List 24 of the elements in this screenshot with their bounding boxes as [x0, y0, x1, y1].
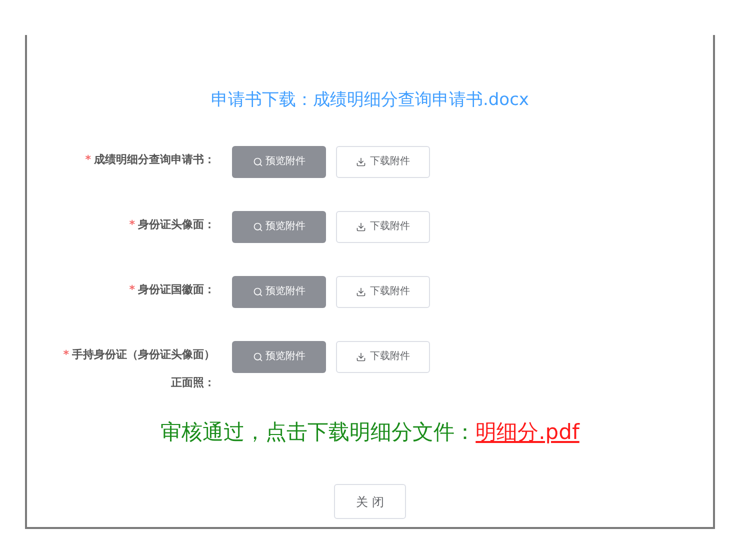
- preview-button[interactable]: 预览附件: [232, 340, 326, 372]
- download-icon: [356, 222, 366, 232]
- search-icon: [252, 286, 262, 296]
- file-link[interactable]: 明细分.pdf: [476, 416, 580, 448]
- close-button[interactable]: 关 闭: [334, 484, 406, 519]
- field-label: * 手持身份证（身份证头像面）正面照：: [62, 346, 215, 390]
- field-label: * 身份证头像面：: [129, 216, 215, 232]
- download-button[interactable]: 下载附件: [336, 146, 430, 178]
- download-button[interactable]: 下载附件: [336, 340, 430, 372]
- download-button[interactable]: 下载附件: [336, 276, 430, 308]
- search-icon: [252, 222, 262, 232]
- download-button[interactable]: 下载附件: [336, 210, 430, 242]
- search-icon: [252, 352, 262, 362]
- download-icon: [356, 156, 366, 166]
- download-icon: [356, 352, 366, 362]
- preview-button[interactable]: 预览附件: [232, 276, 326, 308]
- preview-button[interactable]: 预览附件: [232, 210, 326, 242]
- dialog-title[interactable]: 申请书下载：成绩明细分查询申请书.docx: [210, 88, 529, 114]
- field-label: * 成绩明细分查询申请书：: [85, 152, 215, 168]
- field-label: * 身份证国徽面：: [129, 282, 215, 298]
- result-message: 审核通过，点击下载明细分文件：: [160, 418, 476, 446]
- preview-button[interactable]: 预览附件: [232, 146, 326, 178]
- download-icon: [356, 286, 366, 296]
- search-icon: [252, 156, 262, 166]
